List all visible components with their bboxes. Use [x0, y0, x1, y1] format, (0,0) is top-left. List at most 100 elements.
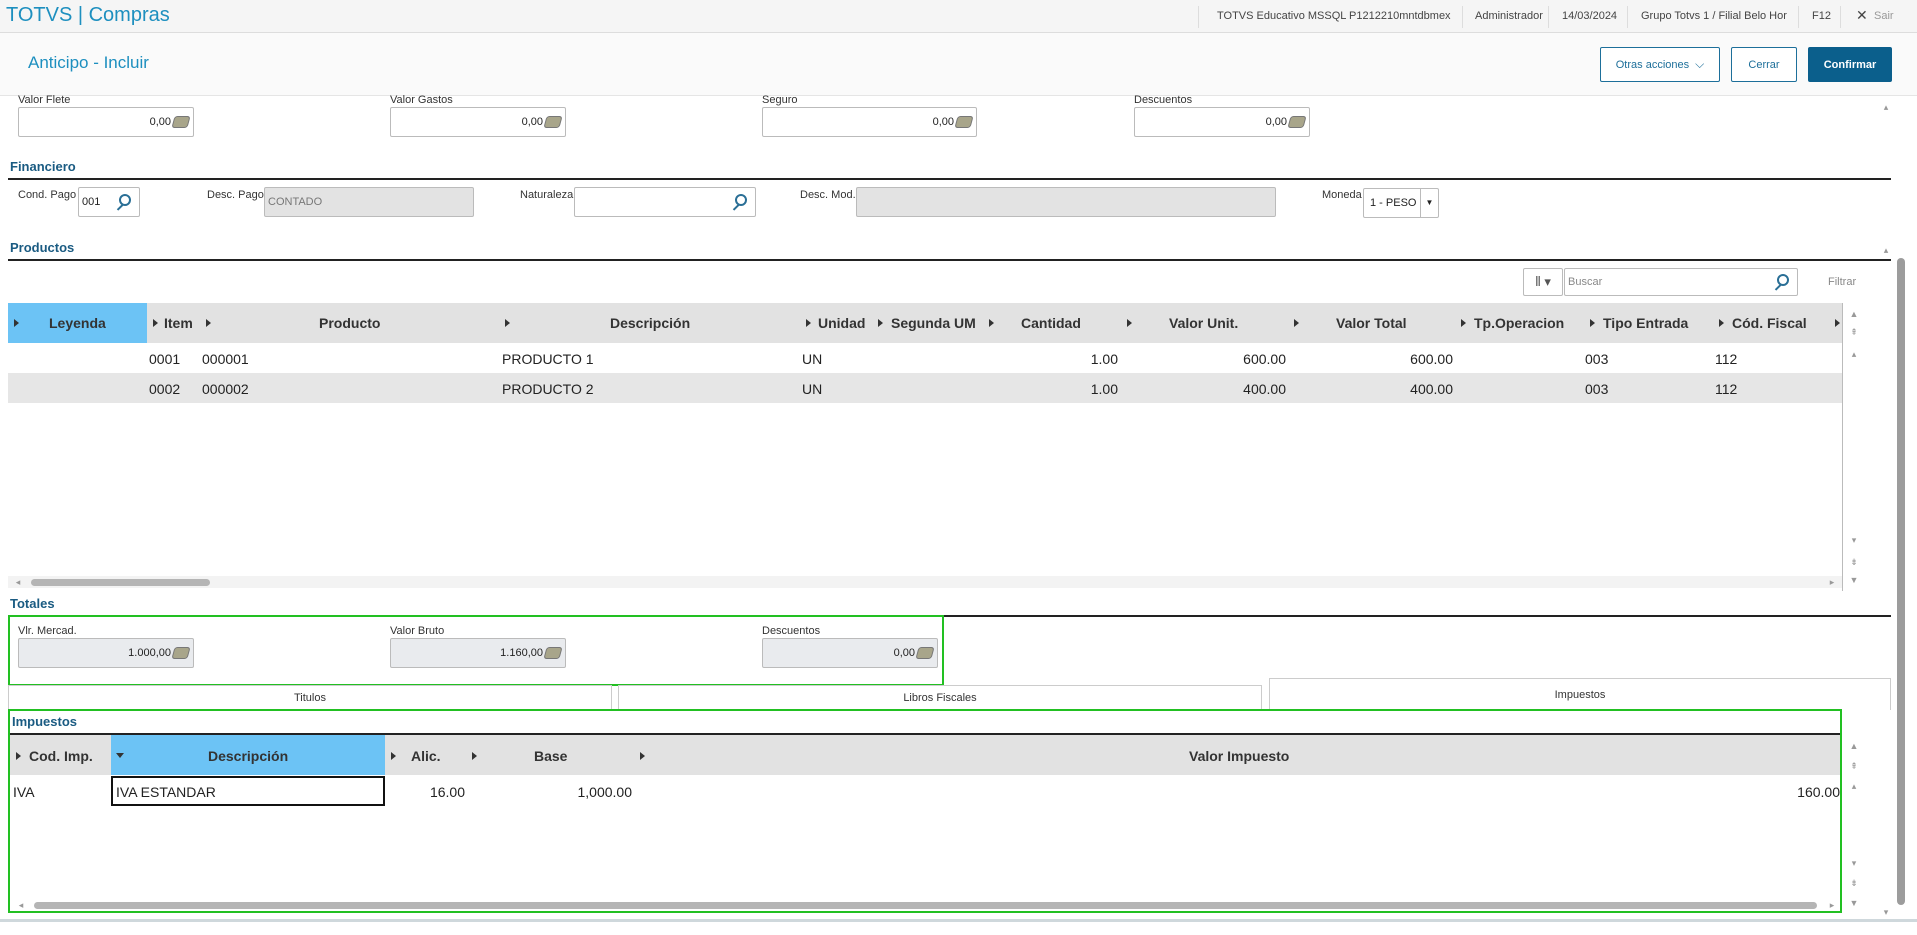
- products-hscroll-track[interactable]: [8, 576, 1842, 588]
- descuentos-field[interactable]: 0,00: [1134, 107, 1310, 137]
- scroll-top-icon[interactable]: ▲: [1848, 307, 1860, 321]
- scroll-top-icon[interactable]: ▲: [1848, 739, 1860, 753]
- cell-tipo-entrada[interactable]: 003: [1585, 381, 1608, 397]
- products-hscroll-thumb[interactable]: [31, 579, 210, 586]
- columns-button[interactable]: ⦀ ▾: [1523, 268, 1563, 296]
- col-descripcion[interactable]: Descripción: [610, 315, 690, 331]
- col-segunda-um[interactable]: Segunda UM: [891, 315, 976, 331]
- search-icon[interactable]: [735, 194, 747, 206]
- tab-impuestos[interactable]: Impuestos: [1269, 678, 1891, 710]
- cell-valor-total[interactable]: 600.00: [1353, 351, 1453, 367]
- dropdown-arrow-icon[interactable]: ▼: [1420, 189, 1438, 217]
- scroll-up-icon[interactable]: ▴: [1848, 347, 1860, 361]
- close-icon[interactable]: ✕: [1856, 7, 1868, 24]
- flete-field[interactable]: 0,00: [18, 107, 194, 137]
- table-row[interactable]: [8, 373, 1842, 403]
- col-leyenda[interactable]: Leyenda: [49, 315, 106, 331]
- cell-cantidad[interactable]: 1.00: [1036, 381, 1118, 397]
- sort-arrow-icon[interactable]: [1461, 319, 1466, 327]
- branch-label[interactable]: Grupo Totvs 1 / Filial Belo Hor: [1641, 10, 1787, 22]
- cell-producto[interactable]: 000002: [202, 381, 249, 397]
- cond-pago-field[interactable]: 001: [78, 187, 140, 217]
- search-icon[interactable]: [1777, 274, 1789, 286]
- sort-arrow-icon[interactable]: [806, 319, 811, 327]
- cell-cod-fiscal[interactable]: 112: [1715, 381, 1737, 397]
- sort-arrow-icon[interactable]: [1835, 319, 1840, 327]
- table-row[interactable]: [8, 343, 1842, 373]
- search-icon[interactable]: [119, 194, 131, 206]
- money-icon[interactable]: [1287, 116, 1307, 128]
- sort-arrow-icon[interactable]: [505, 319, 510, 327]
- col-item[interactable]: Item: [164, 315, 193, 331]
- cell-item[interactable]: 0001: [149, 351, 180, 367]
- scroll-page-up-icon[interactable]: ⇞: [1848, 325, 1860, 339]
- gastos-field[interactable]: 0,00: [390, 107, 566, 137]
- divider: [1798, 6, 1799, 28]
- col-unidad[interactable]: Unidad: [818, 315, 865, 331]
- page-scroll-down-icon[interactable]: ▾: [1880, 905, 1892, 919]
- moneda-select[interactable]: 1 - PESO ▼: [1363, 188, 1439, 218]
- search-input[interactable]: Buscar: [1564, 268, 1798, 296]
- sort-arrow-icon[interactable]: [206, 319, 211, 327]
- cell-descripcion[interactable]: PRODUCTO 1: [502, 351, 594, 367]
- col-tipo-entrada[interactable]: Tipo Entrada: [1603, 315, 1688, 331]
- cell-unidad[interactable]: UN: [802, 381, 822, 397]
- scroll-right-icon[interactable]: ▸: [1826, 575, 1838, 589]
- cell-valor-unit[interactable]: 600.00: [1186, 351, 1286, 367]
- cell-valor-total[interactable]: 400.00: [1353, 381, 1453, 397]
- seguro-value: 0,00: [932, 116, 954, 128]
- cell-descripcion[interactable]: PRODUCTO 2: [502, 381, 594, 397]
- money-icon[interactable]: [171, 116, 191, 128]
- cond-pago-label: Cond. Pago: [18, 189, 77, 201]
- sort-arrow-icon[interactable]: [153, 319, 158, 327]
- sort-arrow-icon[interactable]: [1719, 319, 1724, 327]
- page-scroll-up-icon[interactable]: ▴: [1880, 100, 1892, 114]
- filter-button[interactable]: Filtrar: [1828, 276, 1856, 288]
- cell-cantidad[interactable]: 1.00: [1036, 351, 1118, 367]
- money-icon[interactable]: [954, 116, 974, 128]
- scroll-up-icon[interactable]: ▴: [1848, 779, 1860, 793]
- cell-unidad[interactable]: UN: [802, 351, 822, 367]
- col-producto[interactable]: Producto: [319, 315, 380, 331]
- f12-button[interactable]: F12: [1812, 10, 1831, 22]
- scroll-bottom-icon[interactable]: ▼: [1848, 896, 1860, 910]
- sort-arrow-icon[interactable]: [1590, 319, 1595, 327]
- confirm-button[interactable]: Confirmar: [1808, 47, 1892, 82]
- cell-tipo-entrada[interactable]: 003: [1585, 351, 1608, 367]
- scroll-left-icon[interactable]: ◂: [12, 575, 24, 589]
- scroll-page-up-icon[interactable]: ⇞: [1848, 759, 1860, 773]
- col-tp-operacion[interactable]: Tp.Operacion: [1474, 315, 1564, 331]
- financiero-title: Financiero: [10, 159, 76, 174]
- tab-titulos[interactable]: Titulos: [8, 685, 612, 710]
- scroll-page-down-icon[interactable]: ⇟: [1848, 555, 1860, 569]
- page-scroll-up-icon[interactable]: ▴: [1880, 243, 1892, 257]
- sort-arrow-icon[interactable]: [1294, 319, 1299, 327]
- col-valor-unit[interactable]: Valor Unit.: [1169, 315, 1238, 331]
- scroll-down-icon[interactable]: ▾: [1848, 533, 1860, 547]
- gastos-value: 0,00: [521, 116, 543, 128]
- sort-arrow-icon[interactable]: [878, 319, 883, 327]
- sort-arrow-icon[interactable]: [14, 319, 19, 327]
- sort-arrow-icon[interactable]: [1127, 319, 1132, 327]
- sort-arrow-icon[interactable]: [989, 319, 994, 327]
- close-button[interactable]: Cerrar: [1731, 47, 1797, 82]
- col-valor-total[interactable]: Valor Total: [1336, 315, 1407, 331]
- user-label[interactable]: Administrador: [1475, 10, 1543, 22]
- scroll-down-icon[interactable]: ▾: [1848, 856, 1860, 870]
- scroll-page-down-icon[interactable]: ⇟: [1848, 876, 1860, 890]
- other-actions-button[interactable]: Otras acciones ⌵: [1600, 47, 1720, 82]
- exit-button[interactable]: Sair: [1874, 10, 1894, 22]
- tab-libros-fiscales[interactable]: Libros Fiscales: [618, 685, 1262, 710]
- col-cantidad[interactable]: Cantidad: [1021, 315, 1081, 331]
- cell-producto[interactable]: 000001: [202, 351, 249, 367]
- cell-item[interactable]: 0002: [149, 381, 180, 397]
- app-title: TOTVS | Compras: [6, 4, 170, 26]
- money-icon[interactable]: [543, 116, 563, 128]
- naturaleza-field[interactable]: [574, 187, 756, 217]
- seguro-field[interactable]: 0,00: [762, 107, 977, 137]
- page-vscroll-thumb[interactable]: [1897, 258, 1905, 905]
- cell-cod-fiscal[interactable]: 112: [1715, 351, 1737, 367]
- cell-valor-unit[interactable]: 400.00: [1186, 381, 1286, 397]
- scroll-bottom-icon[interactable]: ▼: [1848, 573, 1860, 587]
- col-cod-fiscal[interactable]: Cód. Fiscal: [1732, 315, 1807, 331]
